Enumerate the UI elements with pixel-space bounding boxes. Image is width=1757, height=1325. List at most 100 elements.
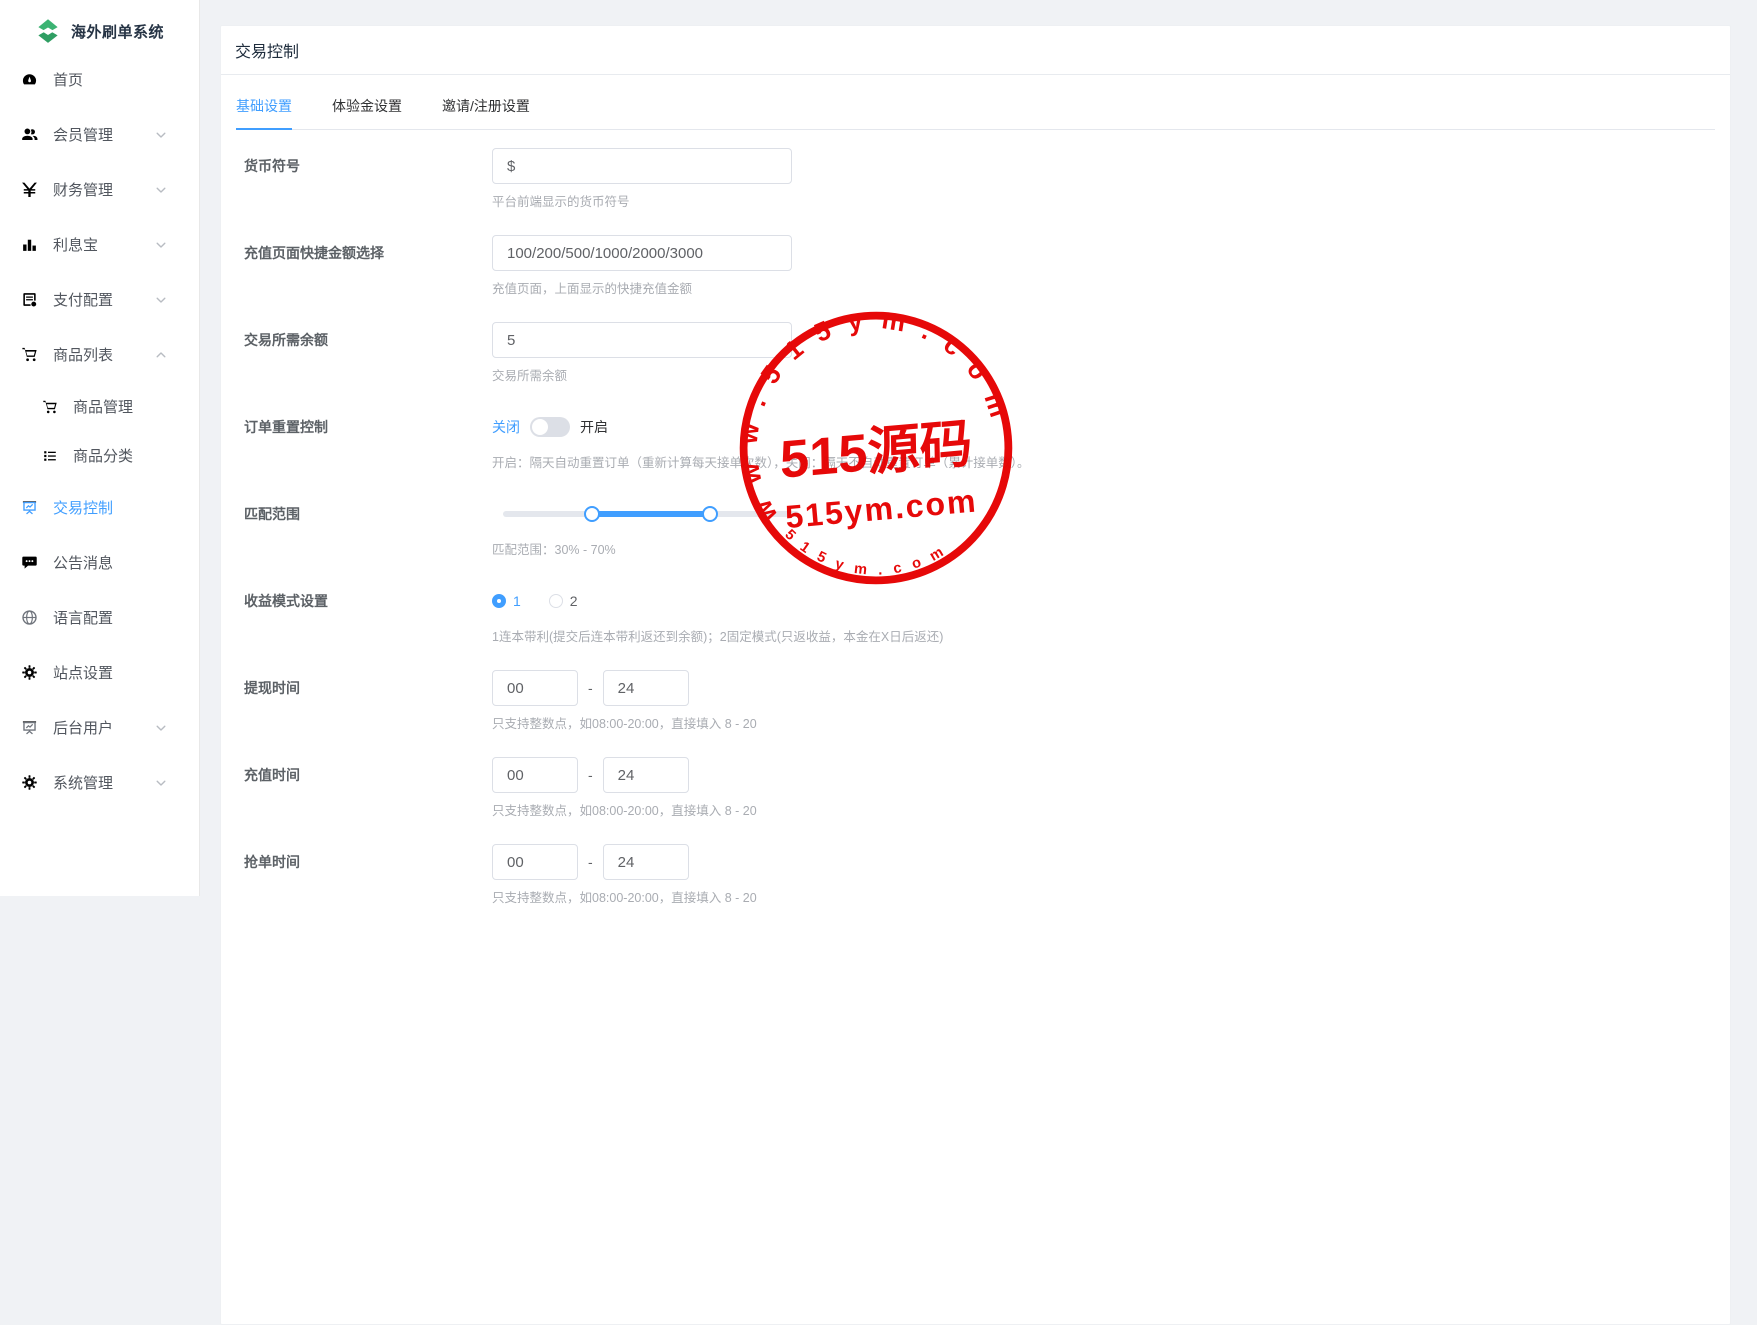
sidebar-item-label: 商品分类: [73, 445, 133, 466]
radio-mode-1-label[interactable]: 1: [513, 593, 521, 609]
sidebar-item-label: 商品管理: [73, 396, 133, 417]
page-title: 交易控制: [221, 26, 1730, 75]
dashboard-icon: [21, 71, 38, 88]
radio-mode-2-label[interactable]: 2: [570, 593, 578, 609]
form-row-profit-mode: 收益模式设置 1 2 1连本带利(提交后连本带利返还到余额)；2固定模式(只返收…: [244, 583, 1730, 645]
grab-order-time-from-input[interactable]: [492, 844, 578, 880]
field-help: 匹配范围：30% - 70%: [492, 542, 799, 558]
field-help: 交易所需余额: [492, 368, 792, 384]
list-icon: [42, 448, 58, 464]
logo-icon: [34, 17, 62, 45]
form-row-currency-symbol: 货币符号 平台前端显示的货币符号: [244, 148, 1730, 210]
currency-symbol-input[interactable]: [492, 148, 792, 184]
gear-icon: [21, 664, 38, 681]
sidebar-item-label: 交易控制: [53, 497, 113, 518]
gear-icon: [21, 774, 38, 791]
chevron-down-icon: [155, 722, 167, 734]
sidebar-item-announcements[interactable]: 公告消息: [0, 535, 199, 590]
ledger-icon: [21, 291, 38, 308]
basic-settings-form: 货币符号 平台前端显示的货币符号 充值页面快捷金额选择 充值页面，上面显示的快捷…: [221, 130, 1730, 961]
sidebar-item-product-list[interactable]: 商品列表: [0, 327, 199, 382]
sidebar-item-system-manage[interactable]: 系统管理: [0, 755, 199, 810]
sidebar-item-product-manage[interactable]: 商品管理: [0, 382, 199, 431]
chevron-down-icon: [155, 184, 167, 196]
radio-mode-2[interactable]: [549, 594, 563, 608]
sidebar-item-language-config[interactable]: 语言配置: [0, 590, 199, 645]
field-label: 交易所需余额: [244, 322, 492, 384]
toggle-off-label: 关闭: [492, 417, 520, 437]
chevron-up-icon: [155, 349, 167, 361]
tab-basic-settings[interactable]: 基础设置: [236, 90, 292, 129]
sidebar-item-finance[interactable]: 财务管理: [0, 162, 199, 217]
tab-invite-register-settings[interactable]: 邀请/注册设置: [442, 90, 530, 129]
field-label: 抢单时间: [244, 844, 492, 906]
slider-handle-max[interactable]: [702, 506, 718, 522]
sidebar-item-label: 财务管理: [53, 179, 113, 200]
range-separator: -: [588, 854, 593, 870]
sidebar-item-label: 利息宝: [53, 234, 98, 255]
chat-icon: [21, 554, 38, 571]
match-range-slider[interactable]: [503, 496, 799, 532]
sidebar-item-label: 系统管理: [53, 772, 113, 793]
field-help: 开启：隔天自动重置订单（重新计算每天接单次数），关闭：隔天不自动重置订单（累计接…: [492, 455, 1030, 471]
form-row-withdraw-time: 提现时间 - 只支持整数点，如08:00-20:00，直接填入 8 - 20: [244, 670, 1730, 732]
sidebar-item-admin-users[interactable]: 后台用户: [0, 700, 199, 755]
sidebar-item-label: 商品列表: [53, 344, 113, 365]
sidebar-item-trade-control[interactable]: 交易控制: [0, 480, 199, 535]
grab-order-time-to-input[interactable]: [603, 844, 689, 880]
slider-handle-min[interactable]: [584, 506, 600, 522]
sidebar-item-label: 首页: [53, 69, 83, 90]
recharge-time-to-input[interactable]: [603, 757, 689, 793]
order-reset-toggle[interactable]: [530, 417, 570, 437]
app-logo: 海外刷单系统: [0, 0, 199, 50]
tab-trial-fund-settings[interactable]: 体验金设置: [332, 90, 402, 129]
withdraw-time-to-input[interactable]: [603, 670, 689, 706]
sidebar-item-label: 语言配置: [53, 607, 113, 628]
sidebar-item-label: 支付配置: [53, 289, 113, 310]
sidebar-item-payment-config[interactable]: 支付配置: [0, 272, 199, 327]
board-icon: [21, 719, 38, 736]
field-help: 只支持整数点，如08:00-20:00，直接填入 8 - 20: [492, 716, 757, 732]
form-row-required-balance: 交易所需余额 交易所需余额: [244, 322, 1730, 384]
recharge-time-from-input[interactable]: [492, 757, 578, 793]
chevron-down-icon: [155, 239, 167, 251]
chevron-down-icon: [155, 294, 167, 306]
sidebar-item-site-settings[interactable]: 站点设置: [0, 645, 199, 700]
field-label: 提现时间: [244, 670, 492, 732]
field-label: 充值时间: [244, 757, 492, 819]
form-row-recharge-time: 充值时间 - 只支持整数点，如08:00-20:00，直接填入 8 - 20: [244, 757, 1730, 819]
field-label: 匹配范围: [244, 496, 492, 558]
form-row-quick-amounts: 充值页面快捷金额选择 充值页面，上面显示的快捷充值金额: [244, 235, 1730, 297]
toggle-on-label: 开启: [580, 417, 608, 437]
range-separator: -: [588, 767, 593, 783]
form-row-order-reset: 订单重置控制 关闭 开启 开启：隔天自动重置订单（重新计算每天接单次数），关闭：…: [244, 409, 1730, 471]
field-help: 平台前端显示的货币符号: [492, 194, 792, 210]
quick-amounts-input[interactable]: [492, 235, 792, 271]
cart-icon: [42, 399, 58, 415]
tab-bar: 基础设置 体验金设置 邀请/注册设置: [236, 90, 1715, 130]
sidebar-item-members[interactable]: 会员管理: [0, 107, 199, 162]
field-label: 收益模式设置: [244, 583, 492, 645]
radio-mode-1[interactable]: [492, 594, 506, 608]
sidebar-item-label: 站点设置: [53, 662, 113, 683]
sidebar-item-label: 后台用户: [53, 717, 113, 738]
monitor-icon: [21, 499, 38, 516]
sidebar-item-product-category[interactable]: 商品分类: [0, 431, 199, 480]
sidebar-item-interest[interactable]: 利息宝: [0, 217, 199, 272]
slider-fill: [592, 511, 710, 517]
required-balance-input[interactable]: [492, 322, 792, 358]
chevron-down-icon: [155, 129, 167, 141]
cart-icon: [21, 346, 38, 363]
sidebar-item-home[interactable]: 首页: [0, 52, 199, 107]
globe-icon: [21, 609, 38, 626]
withdraw-time-from-input[interactable]: [492, 670, 578, 706]
form-row-grab-order-time: 抢单时间 - 只支持整数点，如08:00-20:00，直接填入 8 - 20: [244, 844, 1730, 906]
trade-control-card: 交易控制 基础设置 体验金设置 邀请/注册设置 货币符号 平台前端显示的货币符号…: [220, 25, 1731, 1325]
field-label: 货币符号: [244, 148, 492, 210]
range-separator: -: [588, 680, 593, 696]
sidebar-menu: 首页 会员管理 财务管理 利息宝 支付配置 商品列表: [0, 52, 199, 810]
bar-chart-icon: [21, 236, 38, 253]
field-help: 只支持整数点，如08:00-20:00，直接填入 8 - 20: [492, 890, 757, 906]
chevron-down-icon: [155, 777, 167, 789]
users-icon: [21, 126, 38, 143]
